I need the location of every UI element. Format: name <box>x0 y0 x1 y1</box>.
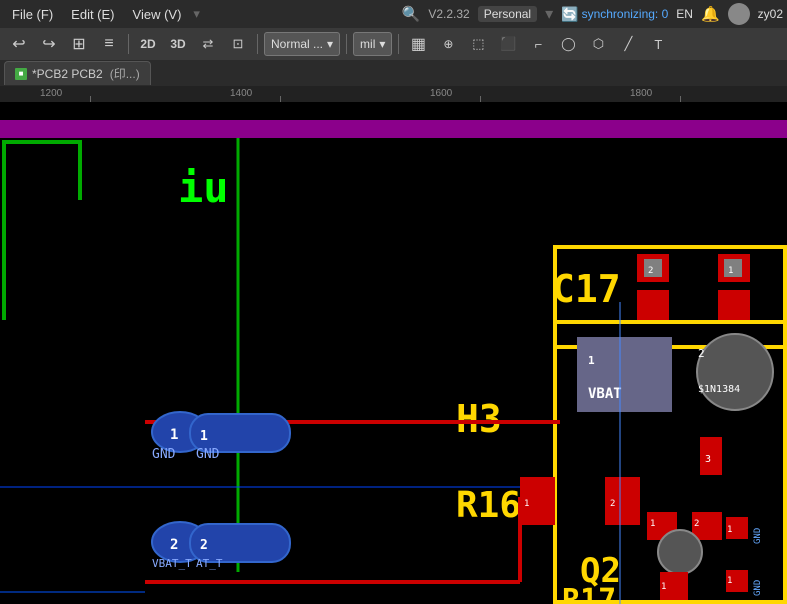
lang-label[interactable]: EN <box>676 7 693 21</box>
menu-file[interactable]: File (F) <box>4 5 61 24</box>
ruler-line-1400 <box>280 96 281 102</box>
sync-badge: 🔄 synchronizing: 0 <box>561 6 668 23</box>
pin1-num: 1 <box>170 427 178 443</box>
text-button[interactable]: T <box>645 31 671 57</box>
ruler-line-1800 <box>680 96 681 102</box>
grid-button[interactable]: ⊞ <box>66 31 92 57</box>
green-horiz-top <box>2 140 82 144</box>
chevron-down-icon-2: ▾ <box>379 37 385 51</box>
poly-button[interactable]: ⬡ <box>585 31 611 57</box>
c17-pin2-label: 1 <box>728 266 733 276</box>
q2-body <box>658 530 702 574</box>
vbat-pin1-num: 1 <box>588 354 595 367</box>
c17-pad-3 <box>718 290 750 320</box>
multiselect-button[interactable]: ⬛ <box>495 31 521 57</box>
r16-label: R16 <box>456 485 521 526</box>
menu-view[interactable]: View (V) <box>125 5 190 24</box>
r17-pin-2: 1 <box>727 576 732 586</box>
r17-label: R17 <box>562 583 616 604</box>
mode-3d-button[interactable]: 3D <box>165 31 191 57</box>
iu-text: iu <box>178 163 229 212</box>
snap-button[interactable]: ⊕ <box>435 31 461 57</box>
ruler-line-1600 <box>480 96 481 102</box>
q2-pin-2: 2 <box>694 519 699 529</box>
mirror-button[interactable]: ⊡ <box>225 31 251 57</box>
pin3-label: 3 <box>705 454 711 465</box>
toolbar: ↩ ↪ ⊞ ≡ 2D 3D ⇄ ⊡ Normal ... ▾ mil ▾ ▦ ⊕… <box>0 28 787 60</box>
bell-icon[interactable]: 🔔 <box>701 5 720 23</box>
pin2-num: 2 <box>170 537 178 553</box>
redo-button[interactable]: ↪ <box>36 31 62 57</box>
tab-sub-label: (印...) <box>110 65 140 82</box>
view-mode-label: Normal ... <box>271 37 323 51</box>
wire-button[interactable]: ⌐ <box>525 31 551 57</box>
search-icon[interactable]: 🔍 <box>402 5 421 23</box>
tab-icon: ■ <box>15 68 27 80</box>
tab-label: *PCB2 PCB2 <box>32 67 103 81</box>
h3-label: H3 <box>456 397 502 441</box>
unit-label: mil <box>360 37 375 51</box>
ruler-mark-1600: 1600 <box>430 88 452 99</box>
menubar: File (F) Edit (E) View (V) ▾ 🔍 V2.2.32 P… <box>0 0 787 28</box>
r17-pin-1: 1 <box>727 525 732 535</box>
r17-pad-label-1: 1 <box>661 582 666 592</box>
gnd-label-1: GND <box>753 528 763 544</box>
diode-pin-num: 2 <box>698 347 705 360</box>
separator-3 <box>346 34 347 54</box>
pcb-svg: iu 2 1 C17 1 VBAT 2 $1N1384 <box>0 102 787 604</box>
tabbar: ■ *PCB2 PCB2 (印...) <box>0 60 787 86</box>
username-label: zy02 <box>758 7 783 21</box>
mode-2d-button[interactable]: 2D <box>135 31 161 57</box>
separator-4 <box>398 34 399 54</box>
green-vert-right <box>78 140 82 200</box>
pcb-canvas[interactable]: iu 2 1 C17 1 VBAT 2 $1N1384 <box>0 102 787 604</box>
ruler-mark-1400: 1400 <box>230 88 252 99</box>
diode-pad <box>697 334 773 410</box>
chevron-down-icon: ▾ <box>327 37 333 51</box>
unit-dropdown[interactable]: mil ▾ <box>353 32 392 56</box>
q2-pin-1: 1 <box>650 519 655 529</box>
gnd-label-2: GND <box>753 580 763 596</box>
horizontal-ruler: 1200 1400 1600 1800 <box>0 86 787 102</box>
ruler-mark-1200: 1200 <box>40 88 62 99</box>
ruler-line-1200 <box>90 96 91 102</box>
flip-button[interactable]: ⇄ <box>195 31 221 57</box>
c17-pad-4 <box>637 290 669 320</box>
r16-pad-2-label: 2 <box>610 499 615 509</box>
c17-pin1-label: 2 <box>648 266 653 276</box>
view-mode-dropdown[interactable]: Normal ... ▾ <box>264 32 340 56</box>
personal-badge[interactable]: Personal <box>478 6 537 22</box>
separator-1 <box>128 34 129 54</box>
avatar[interactable] <box>728 3 750 25</box>
diode-label: $1N1384 <box>698 384 740 395</box>
select-button[interactable]: ⬚ <box>465 31 491 57</box>
layers-button[interactable]: ≡ <box>96 31 122 57</box>
ruler-mark-1800: 1800 <box>630 88 652 99</box>
arc-button[interactable]: ◯ <box>555 31 581 57</box>
menu-edit[interactable]: Edit (E) <box>63 5 122 24</box>
vbat-t-label: VBAT_T <box>152 557 192 570</box>
r16-pad-1-label: 1 <box>524 499 529 509</box>
undo-button[interactable]: ↩ <box>6 31 32 57</box>
line-button[interactable]: ╱ <box>615 31 641 57</box>
green-vert-left <box>2 140 6 320</box>
vbat-t-label-2: AT_T <box>196 557 223 570</box>
purple-bar <box>0 120 787 138</box>
vbat-label-text: VBAT <box>588 386 622 402</box>
sync-icon: 🔄 <box>561 6 578 23</box>
separator-2 <box>257 34 258 54</box>
pin1-num-2: 1 <box>200 429 208 444</box>
gnd-pin1-2: GND <box>196 447 220 462</box>
pin2-num-2: 2 <box>200 538 208 553</box>
tab-pcb2[interactable]: ■ *PCB2 PCB2 (印...) <box>4 61 151 85</box>
gnd-pin1: GND <box>152 447 176 462</box>
search-area: 🔍 V2.2.32 Personal ▾ 🔄 synchronizing: 0 … <box>402 3 783 25</box>
c17-label: C17 <box>552 267 621 311</box>
version-label: V2.2.32 <box>428 7 469 21</box>
grid-view-button[interactable]: ▦ <box>405 31 431 57</box>
